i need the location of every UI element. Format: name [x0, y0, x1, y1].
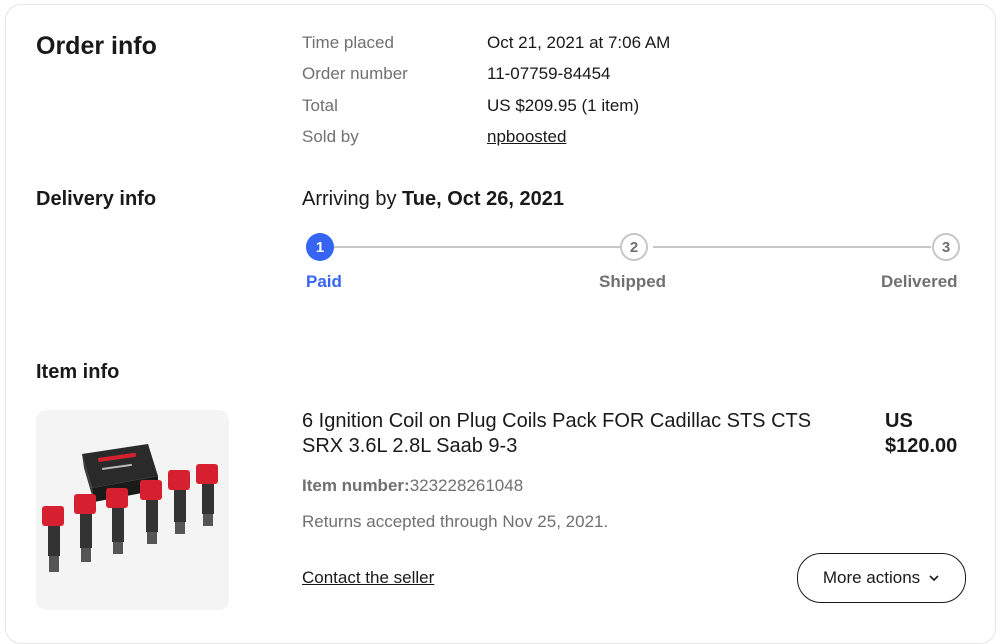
item-info-heading: Item info: [36, 361, 120, 383]
arriving-prefix: Arriving by: [302, 188, 397, 210]
item-number-label: Item number:: [302, 476, 410, 495]
step-1-circle: 1: [306, 233, 334, 261]
more-actions-button[interactable]: More actions: [797, 553, 966, 603]
sold-by-label: Sold by: [302, 127, 359, 146]
total-value: US $209.95 (1 item): [487, 96, 640, 115]
order-number-value: 11-07759-84454: [487, 64, 611, 83]
arriving-by-text: Arriving by Tue, Oct 26, 2021: [302, 188, 564, 211]
time-placed-value: Oct 21, 2021 at 7:06 AM: [487, 33, 671, 52]
item-price-currency: US: [885, 410, 913, 432]
progress-line-1: [333, 246, 620, 248]
step-delivered-label: Delivered: [881, 272, 958, 291]
step-shipped-label: Shipped: [599, 272, 667, 291]
step-paid-label: Paid: [306, 272, 342, 291]
step-2-circle: 2: [620, 233, 648, 261]
item-number: Item number:323228261048: [302, 476, 523, 496]
total-label: Total: [302, 96, 338, 115]
item-price: US $120.00: [885, 409, 985, 459]
product-image[interactable]: [36, 410, 229, 610]
step-3-circle: 3: [932, 233, 960, 261]
chevron-down-icon: [929, 575, 939, 582]
returns-policy-text: Returns accepted through Nov 25, 2021.: [302, 512, 609, 531]
time-placed-label: Time placed: [302, 33, 394, 52]
contact-seller-link[interactable]: Contact the seller: [302, 568, 434, 588]
order-number-label: Order number: [302, 64, 408, 83]
progress-line-2: [653, 246, 931, 248]
order-info-heading: Order info: [36, 32, 157, 60]
arriving-date: Tue, Oct 26, 2021: [402, 188, 564, 210]
item-number-value: 323228261048: [409, 476, 524, 495]
delivery-info-heading: Delivery info: [36, 188, 157, 210]
more-actions-label: More actions: [822, 568, 921, 587]
delivery-progress-tracker: 1 2 3 Paid Shipped Delivered: [302, 232, 966, 302]
seller-link[interactable]: npboosted: [487, 127, 566, 147]
item-price-amount: $120.00: [885, 435, 958, 457]
item-title-link[interactable]: 6 Ignition Coil on Plug Coils Pack FOR C…: [302, 409, 842, 459]
ignition-coils-illustration: [42, 444, 218, 572]
